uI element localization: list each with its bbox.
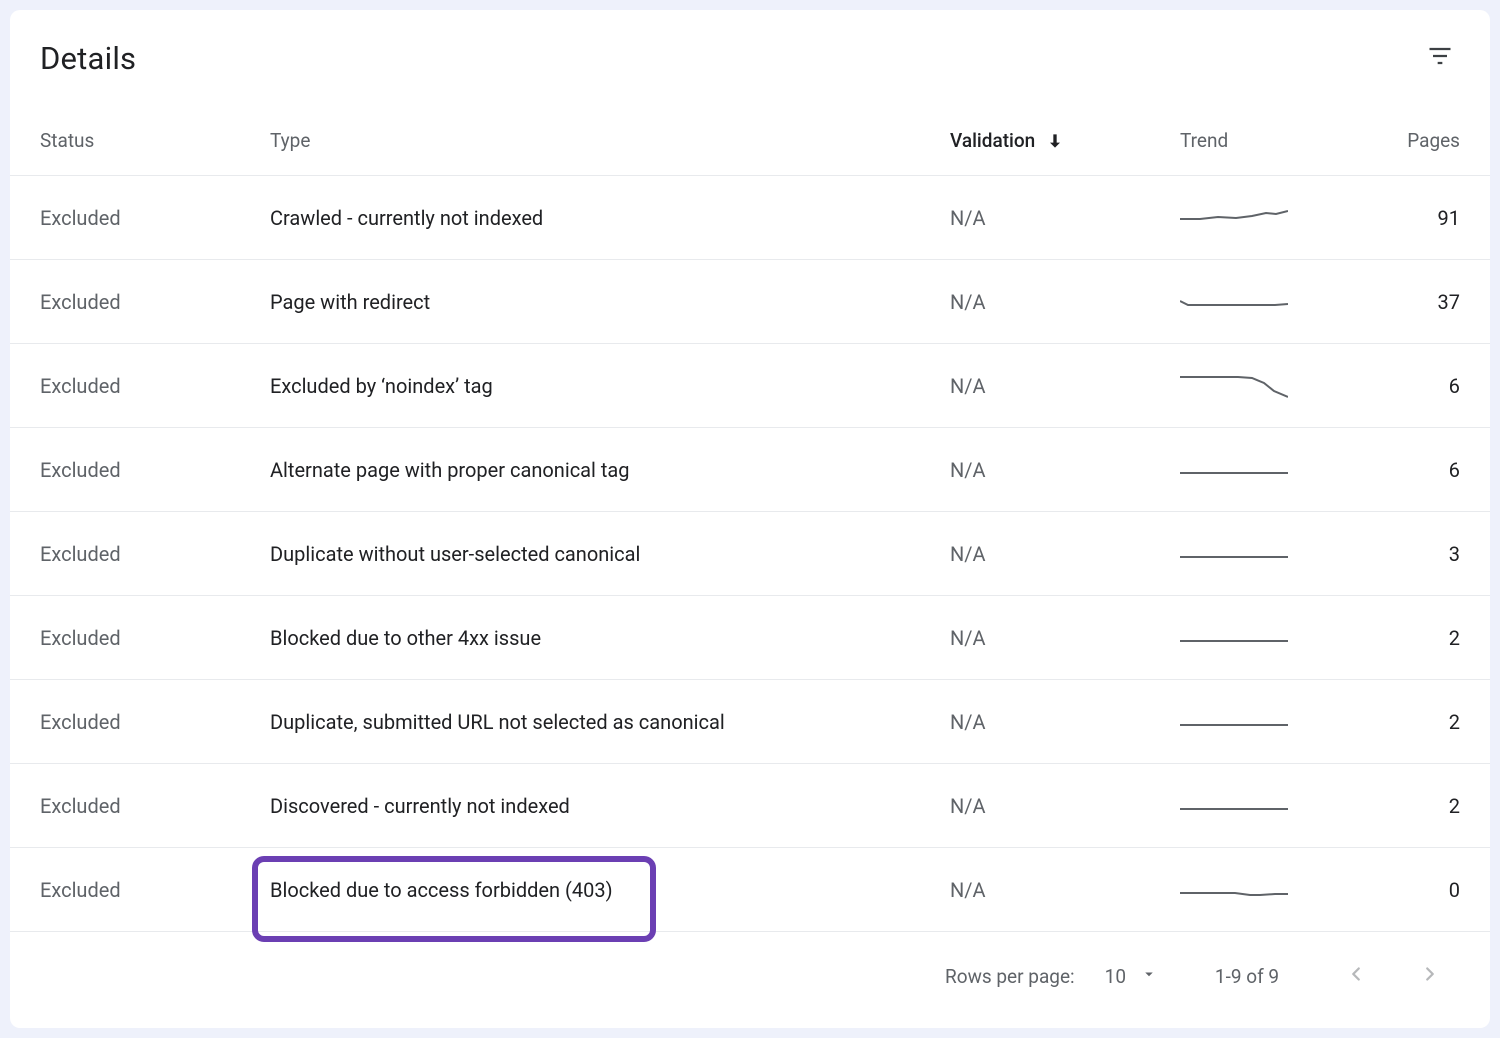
dropdown-icon (1140, 965, 1158, 988)
table-row[interactable]: ExcludedDuplicate, submitted URL not sel… (10, 680, 1490, 764)
cell-pages: 6 (1390, 458, 1460, 482)
pagination-nav (1336, 956, 1450, 996)
cell-validation: N/A (950, 374, 1170, 398)
cell-status: Excluded (40, 542, 270, 566)
cell-validation: N/A (950, 794, 1170, 818)
cell-status: Excluded (40, 710, 270, 734)
cell-type: Duplicate, submitted URL not selected as… (270, 710, 950, 734)
cell-pages: 3 (1390, 542, 1460, 566)
cell-status: Excluded (40, 458, 270, 482)
cell-pages: 91 (1390, 206, 1460, 230)
filter-button[interactable] (1420, 38, 1460, 78)
details-card: Details Status Type Validation Trend Pag… (10, 10, 1490, 1028)
cell-status: Excluded (40, 626, 270, 650)
sparkline-icon (1180, 785, 1288, 821)
cell-validation: N/A (950, 878, 1170, 902)
rows-per-page-select[interactable]: 10 (1105, 965, 1158, 988)
sparkline-icon (1180, 701, 1288, 737)
sparkline-icon (1180, 869, 1288, 905)
col-validation[interactable]: Validation (950, 129, 1170, 152)
col-validation-label: Validation (950, 129, 1035, 152)
prev-page-button[interactable] (1336, 956, 1376, 996)
cell-trend (1170, 449, 1390, 490)
cell-trend (1170, 701, 1390, 742)
rows-per-page: Rows per page: 10 (945, 965, 1158, 988)
cell-validation: N/A (950, 290, 1170, 314)
highlight-box (252, 856, 656, 942)
pagination-range: 1-9 of 9 (1202, 965, 1292, 988)
cell-trend (1170, 365, 1390, 406)
table-row[interactable]: ExcludedCrawled - currently not indexedN… (10, 176, 1490, 260)
details-table: Status Type Validation Trend Pages Exclu… (10, 106, 1490, 932)
cell-trend (1170, 617, 1390, 658)
cell-type: Discovered - currently not indexed (270, 794, 950, 818)
chevron-right-icon (1419, 963, 1441, 990)
cell-validation: N/A (950, 626, 1170, 650)
cell-type: Blocked due to access forbidden (403) (270, 878, 950, 902)
table-row[interactable]: ExcludedDiscovered - currently not index… (10, 764, 1490, 848)
page-title: Details (40, 40, 136, 77)
chevron-left-icon (1345, 963, 1367, 990)
sparkline-icon (1180, 365, 1288, 401)
pagination-bar: Rows per page: 10 1-9 of 9 (10, 932, 1490, 996)
col-status[interactable]: Status (40, 129, 270, 152)
table-row[interactable]: ExcludedBlocked due to access forbidden … (10, 848, 1490, 932)
cell-status: Excluded (40, 290, 270, 314)
cell-pages: 6 (1390, 374, 1460, 398)
cell-type: Alternate page with proper canonical tag (270, 458, 950, 482)
next-page-button[interactable] (1410, 956, 1450, 996)
cell-pages: 2 (1390, 626, 1460, 650)
cell-trend (1170, 281, 1390, 322)
cell-trend (1170, 533, 1390, 574)
cell-pages: 37 (1390, 290, 1460, 314)
table-row[interactable]: ExcludedExcluded by ‘noindex’ tagN/A 6 (10, 344, 1490, 428)
rows-per-page-value: 10 (1105, 965, 1126, 988)
table-row[interactable]: ExcludedAlternate page with proper canon… (10, 428, 1490, 512)
col-trend[interactable]: Trend (1170, 129, 1390, 152)
table-header: Status Type Validation Trend Pages (10, 106, 1490, 176)
cell-pages: 2 (1390, 794, 1460, 818)
rows-per-page-label: Rows per page: (945, 965, 1075, 988)
cell-status: Excluded (40, 878, 270, 902)
col-pages[interactable]: Pages (1390, 129, 1460, 152)
cell-validation: N/A (950, 710, 1170, 734)
table-row[interactable]: ExcludedBlocked due to other 4xx issueN/… (10, 596, 1490, 680)
cell-pages: 2 (1390, 710, 1460, 734)
cell-pages: 0 (1390, 878, 1460, 902)
cell-validation: N/A (950, 206, 1170, 230)
cell-status: Excluded (40, 206, 270, 230)
cell-type: Excluded by ‘noindex’ tag (270, 374, 950, 398)
sparkline-icon (1180, 533, 1288, 569)
cell-trend (1170, 785, 1390, 826)
cell-status: Excluded (40, 794, 270, 818)
cell-trend (1170, 197, 1390, 238)
sparkline-icon (1180, 281, 1288, 317)
cell-type: Crawled - currently not indexed (270, 206, 950, 230)
sort-arrow-down-icon (1045, 131, 1065, 151)
sparkline-icon (1180, 449, 1288, 485)
filter-icon (1426, 42, 1454, 74)
cell-validation: N/A (950, 458, 1170, 482)
card-header: Details (10, 10, 1490, 106)
table-row[interactable]: ExcludedPage with redirectN/A 37 (10, 260, 1490, 344)
col-type[interactable]: Type (270, 129, 950, 152)
cell-type: Blocked due to other 4xx issue (270, 626, 950, 650)
cell-type: Duplicate without user-selected canonica… (270, 542, 950, 566)
table-body: ExcludedCrawled - currently not indexedN… (10, 176, 1490, 932)
cell-type: Page with redirect (270, 290, 950, 314)
cell-status: Excluded (40, 374, 270, 398)
table-row[interactable]: ExcludedDuplicate without user-selected … (10, 512, 1490, 596)
sparkline-icon (1180, 617, 1288, 653)
cell-trend (1170, 869, 1390, 910)
cell-validation: N/A (950, 542, 1170, 566)
sparkline-icon (1180, 197, 1288, 233)
